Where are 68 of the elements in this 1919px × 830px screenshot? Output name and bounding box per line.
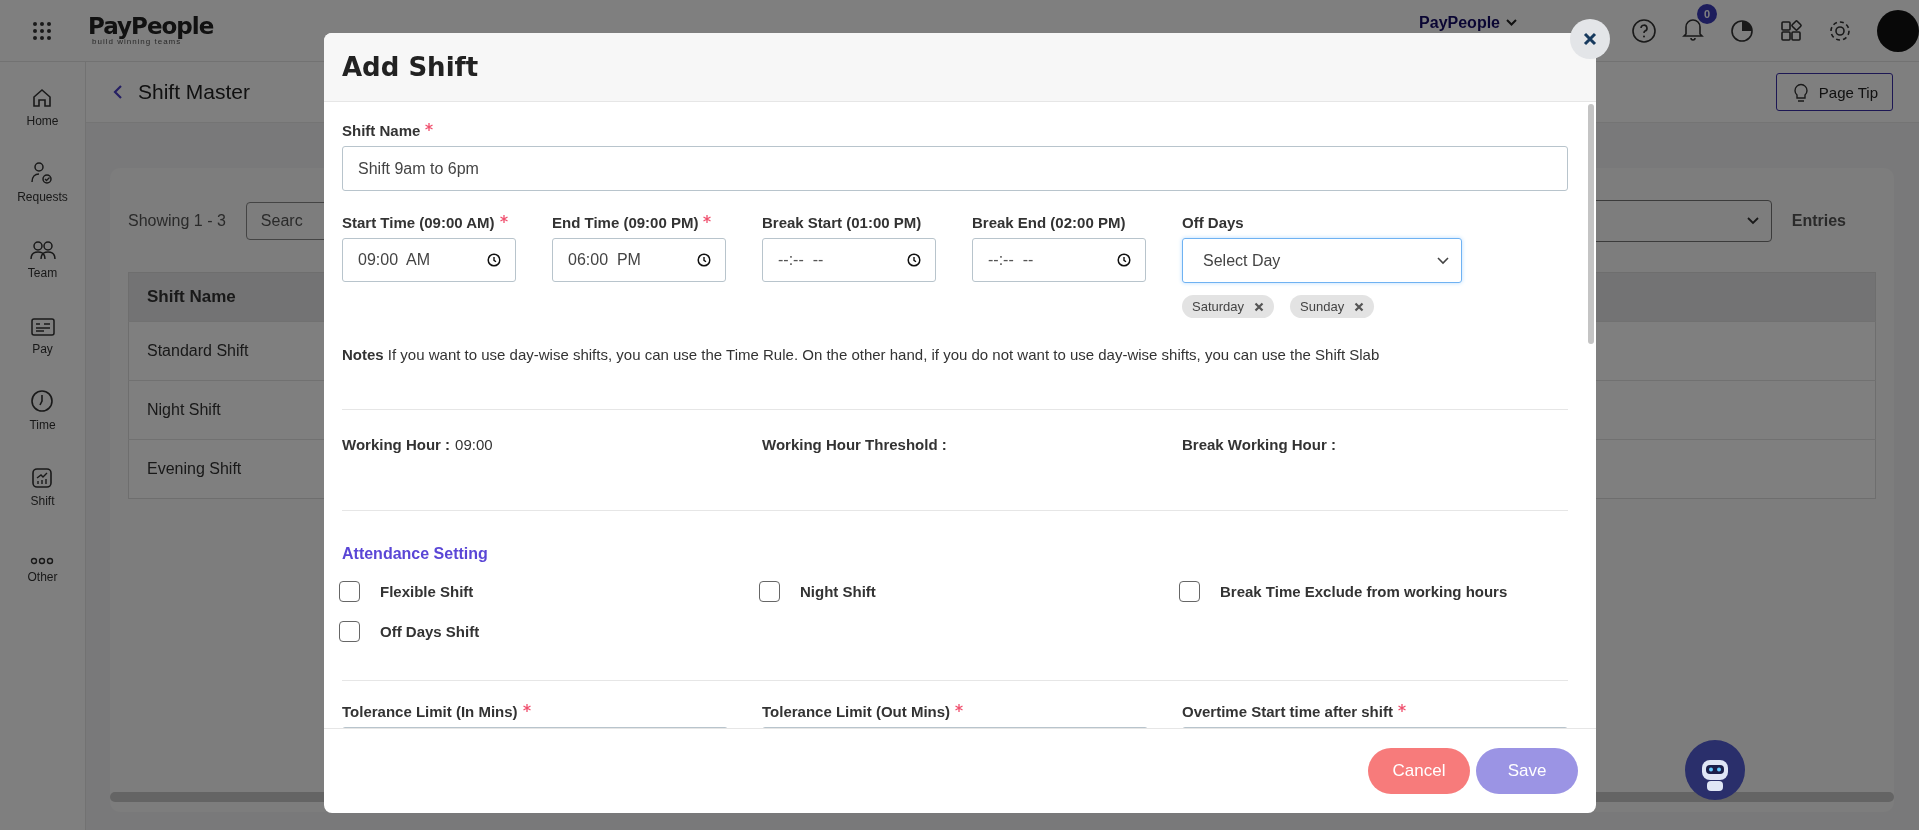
cancel-button[interactable]: Cancel [1368, 748, 1470, 794]
close-icon [1583, 32, 1597, 46]
shift-name-field[interactable]: Shift 9am to 6pm [342, 146, 1568, 191]
checkbox-label: Flexible Shift [380, 583, 474, 600]
page-tip-button[interactable]: Page Tip [1775, 73, 1893, 111]
chevron-down-icon [1437, 256, 1449, 265]
field-label: Overtime Start time after shift [1182, 703, 1393, 720]
save-button[interactable]: Save [1476, 748, 1578, 794]
avatar[interactable] [1877, 9, 1919, 52]
checkbox-label: Break Time Exclude from working hours [1220, 583, 1508, 600]
pie-chart-icon[interactable] [1729, 17, 1755, 44]
page-title: Shift Master [138, 80, 251, 104]
time-field[interactable]: 09:00 AM [342, 238, 516, 282]
checkbox[interactable] [759, 581, 780, 602]
sidebar-item[interactable]: Home [26, 78, 59, 128]
remove-icon[interactable] [1354, 301, 1365, 312]
sidebar-item[interactable]: Shift [30, 458, 55, 508]
chevron-down-icon [1746, 217, 1759, 225]
id-card-icon [29, 316, 56, 338]
clock-icon [697, 253, 711, 267]
more-icon [30, 556, 55, 566]
checkbox[interactable] [1179, 581, 1200, 602]
team-icon [28, 238, 57, 262]
clock-icon [907, 253, 921, 267]
chevron-down-icon [1506, 18, 1517, 27]
robot-icon[interactable] [1685, 740, 1745, 800]
notification-count: 0 [1697, 3, 1717, 24]
entries-label: Entries [1791, 212, 1846, 230]
clock-icon [1117, 253, 1131, 267]
field-label: Break Start (01:00 PM) [762, 214, 922, 231]
clock-icon [487, 253, 501, 267]
sidebar-item[interactable]: Team [27, 230, 58, 280]
sidebar-item[interactable]: Pay [29, 306, 56, 356]
notes-text: Notes If you want to use day-wise shifts, you can use the Time Rule. On the other hand, if you do not want to use day-wise shifts, you can use the Shift Slab [342, 346, 1381, 363]
field-label: End Time (09:00 PM) [552, 214, 699, 231]
widgets-icon[interactable] [1779, 18, 1803, 43]
time-field[interactable]: --:-- -- [762, 238, 936, 282]
field-label: Tolerance Limit (Out Mins) [762, 703, 951, 720]
scrollbar[interactable] [1588, 104, 1594, 344]
time-field[interactable]: --:-- -- [972, 238, 1146, 282]
sidebar-item[interactable]: Time [29, 382, 56, 432]
clock-icon [29, 388, 56, 414]
day-select[interactable]: Select Day [1182, 238, 1462, 283]
logo: PayPeople [88, 15, 214, 38]
apps-grid-icon[interactable] [32, 20, 52, 41]
checkbox[interactable] [339, 621, 360, 642]
chart-icon [30, 466, 55, 490]
help-icon[interactable] [1631, 17, 1657, 44]
day-chip: Sunday [1290, 295, 1375, 318]
logo-tagline: build winning teams [92, 38, 182, 46]
time-field[interactable]: 06:00 PM [552, 238, 726, 282]
sidebar-item[interactable]: Requests [17, 154, 68, 204]
back-icon[interactable] [112, 84, 124, 100]
section-title: Attendance Setting [342, 545, 489, 563]
company-name[interactable]: PayPeople [1419, 12, 1500, 33]
sidebar-item[interactable]: Other [27, 534, 58, 584]
showing-count: Showing 1 - 3 [128, 212, 226, 230]
dialog-title: Add Shift [342, 52, 479, 82]
remove-icon[interactable] [1254, 301, 1265, 312]
checkbox-label: Off Days Shift [380, 623, 480, 640]
field-label: Start Time (09:00 AM) [342, 214, 495, 231]
checkbox-label: Night Shift [800, 583, 876, 600]
field-label: Break End (02:00 PM) [972, 214, 1126, 231]
checkbox[interactable] [339, 581, 360, 602]
field-label: Tolerance Limit (In Mins) [342, 703, 518, 720]
field-label: Off Days [1182, 214, 1244, 231]
day-chip: Saturday [1182, 295, 1275, 318]
field-label: Shift Name [342, 122, 421, 139]
